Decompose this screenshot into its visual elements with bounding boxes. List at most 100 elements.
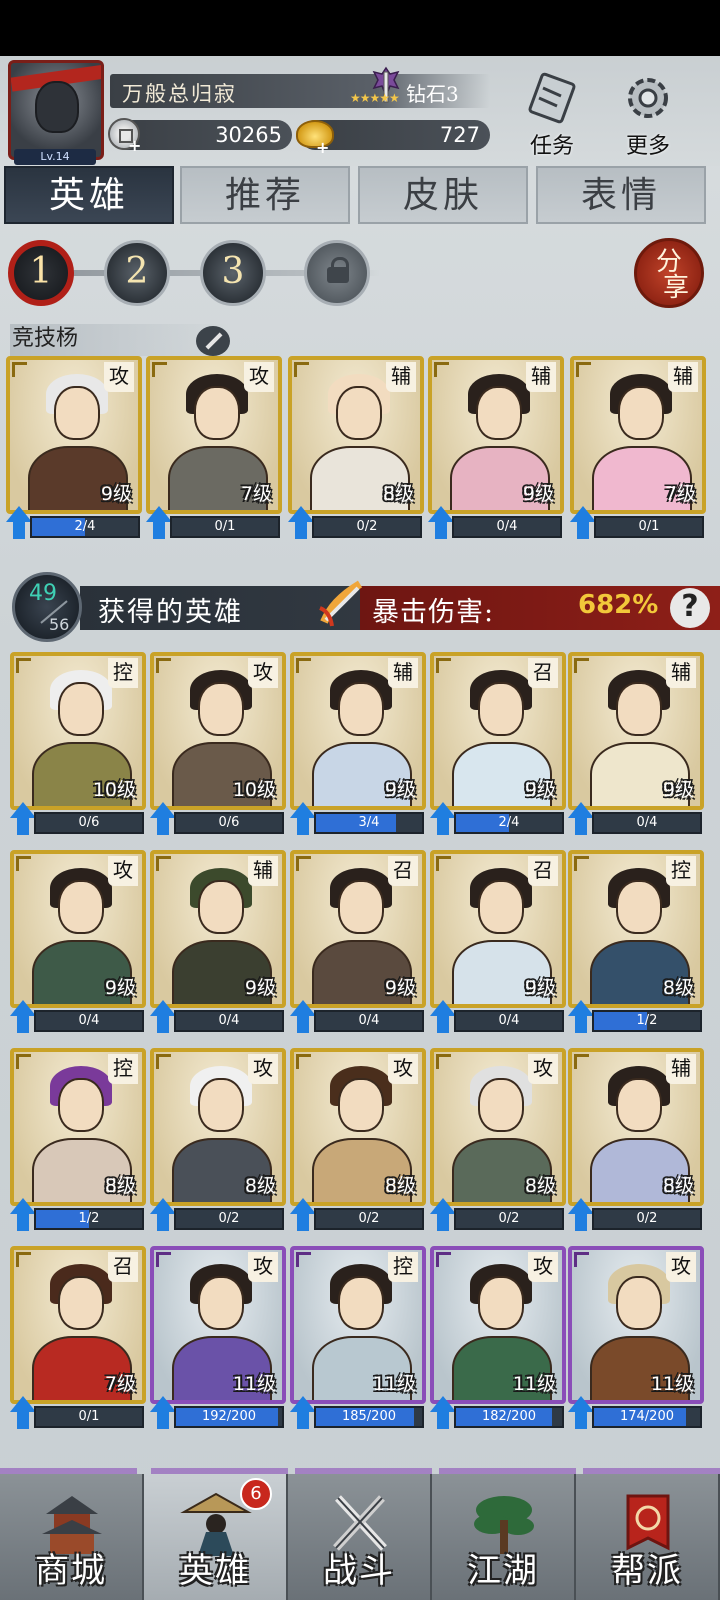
upgrade-arrow-icon[interactable] [290,802,316,836]
hero-card[interactable]: 辅 8级 0/2 [288,356,424,546]
upgrade-arrow-icon[interactable] [6,506,32,540]
upgrade-arrow-icon[interactable] [150,1198,176,1232]
add-gold-icon[interactable]: + [316,138,329,157]
team-1-button[interactable]: 1 [8,240,74,306]
hero-card[interactable]: 攻 8级 0/2 [150,1048,286,1238]
upgrade-arrow-icon[interactable] [10,1198,36,1232]
add-coin-icon[interactable]: + [128,136,141,155]
hero-card[interactable]: 控 10级 0/6 [10,652,146,842]
nav-shop[interactable]: 商城 [0,1474,144,1600]
hero-level: 8级 [382,483,414,505]
gold-counter[interactable]: + 727 [296,120,490,157]
hero-level: 7级 [240,483,272,505]
upgrade-arrow-icon[interactable] [568,1000,594,1034]
hero-shard-progress: 0/4 [314,1010,424,1032]
hero-card[interactable]: 控 8级 1/2 [568,850,704,1040]
hero-card[interactable]: 辅 9级 0/4 [428,356,564,546]
hero-card[interactable]: 召 9级 0/4 [290,850,426,1040]
hero-card[interactable]: 辅 9级 3/4 [290,652,426,842]
hero-card[interactable]: 辅 9级 0/4 [150,850,286,1040]
hero-role-badge: 召 [528,856,558,886]
hero-card[interactable]: 辅 7级 0/1 [570,356,706,546]
hero-role-badge: 辅 [526,362,556,392]
upgrade-arrow-icon[interactable] [430,1396,456,1430]
hero-role-badge: 攻 [104,362,134,392]
player-level: Lv.14 [14,149,96,165]
upgrade-arrow-icon[interactable] [290,1000,316,1034]
team-3-button[interactable]: 3 [200,240,266,306]
hero-card[interactable]: 攻 8级 0/2 [290,1048,426,1238]
coin-value: 30265 [215,123,282,147]
hero-card[interactable]: 攻 9级 2/4 [6,356,142,546]
upgrade-arrow-icon[interactable] [568,1198,594,1232]
hero-card[interactable]: 召 9级 2/4 [430,652,566,842]
nav-battle[interactable]: 战斗 [288,1474,432,1600]
hero-shard-progress: 0/1 [594,516,704,538]
hero-card[interactable]: 攻 7级 0/1 [146,356,282,546]
tab-recommend[interactable]: 推荐 [180,166,350,224]
more-button[interactable]: 更多 [608,72,688,162]
upgrade-arrow-icon[interactable] [568,802,594,836]
upgrade-arrow-icon[interactable] [10,802,36,836]
nav-jianghu[interactable]: 江湖 [432,1474,576,1600]
hero-role-badge: 攻 [528,1252,558,1282]
hero-card[interactable]: 召 9级 0/4 [430,850,566,1040]
hero-level: 8级 [384,1175,416,1197]
upgrade-arrow-icon[interactable] [150,1396,176,1430]
upgrade-arrow-icon[interactable] [430,1198,456,1232]
hero-card[interactable]: 召 7级 0/1 [10,1246,146,1436]
hero-progress-text: 0/4 [218,1013,240,1028]
team-2-button[interactable]: 2 [104,240,170,306]
upgrade-arrow-icon[interactable] [10,1000,36,1034]
tasks-button[interactable]: 任务 [512,72,592,162]
share-button[interactable]: 分 享 [634,238,704,308]
crit-damage-label: 暴击伤害: [372,597,495,628]
upgrade-arrow-icon[interactable] [288,506,314,540]
upgrade-arrow-icon[interactable] [570,506,596,540]
hero-card[interactable]: 攻 10级 0/6 [150,652,286,842]
hero-portrait: 辅 9级 [150,850,286,1008]
hero-card[interactable]: 攻 9级 0/4 [10,850,146,1040]
hero-progress-text: 0/6 [78,815,100,830]
hero-card[interactable]: 辅 8级 0/2 [568,1048,704,1238]
hero-card[interactable]: 攻 11级 182/200 [430,1246,566,1436]
hero-face [58,880,104,934]
crit-damage-value: 682% [578,590,659,620]
hero-card[interactable]: 攻 11级 192/200 [150,1246,286,1436]
team-lock-icon[interactable] [304,240,370,306]
tab-skins[interactable]: 皮肤 [358,166,528,224]
nav-heroes[interactable]: 6 英雄 [144,1474,288,1600]
hero-card[interactable]: 攻 8级 0/2 [430,1048,566,1238]
upgrade-arrow-icon[interactable] [150,802,176,836]
hero-level: 11级 [372,1373,416,1395]
tab-heroes[interactable]: 英雄 [4,166,174,224]
hero-shard-progress: 0/2 [314,1208,424,1230]
hero-shard-progress: 0/2 [312,516,422,538]
help-icon[interactable]: ? [670,588,710,628]
coin-counter[interactable]: + 30265 [108,118,292,155]
hero-level: 9级 [662,779,694,801]
hero-role-badge: 辅 [666,658,696,688]
hero-progress-text: 2/4 [498,815,520,830]
upgrade-arrow-icon[interactable] [428,506,454,540]
upgrade-arrow-icon[interactable] [290,1198,316,1232]
hero-portrait: 攻 7级 [146,356,282,514]
hero-shard-progress: 0/2 [174,1208,284,1230]
upgrade-arrow-icon[interactable] [430,802,456,836]
player-avatar[interactable] [8,60,104,160]
hero-card[interactable]: 辅 9级 0/4 [568,652,704,842]
hero-card[interactable]: 控 11级 185/200 [290,1246,426,1436]
upgrade-arrow-icon[interactable] [150,1000,176,1034]
upgrade-arrow-icon[interactable] [10,1396,36,1430]
hero-card[interactable]: 攻 11级 174/200 [568,1246,704,1436]
upgrade-arrow-icon[interactable] [290,1396,316,1430]
hero-card[interactable]: 控 8级 1/2 [10,1048,146,1238]
upgrade-arrow-icon[interactable] [568,1396,594,1430]
upgrade-arrow-icon[interactable] [146,506,172,540]
nav-battle-label: 战斗 [323,1551,395,1591]
edit-pencil-icon[interactable] [196,326,230,356]
nav-guild[interactable]: 帮派 [576,1474,720,1600]
upgrade-arrow-icon[interactable] [430,1000,456,1034]
hero-level: 8级 [524,1175,556,1197]
tab-emotes[interactable]: 表情 [536,166,706,224]
